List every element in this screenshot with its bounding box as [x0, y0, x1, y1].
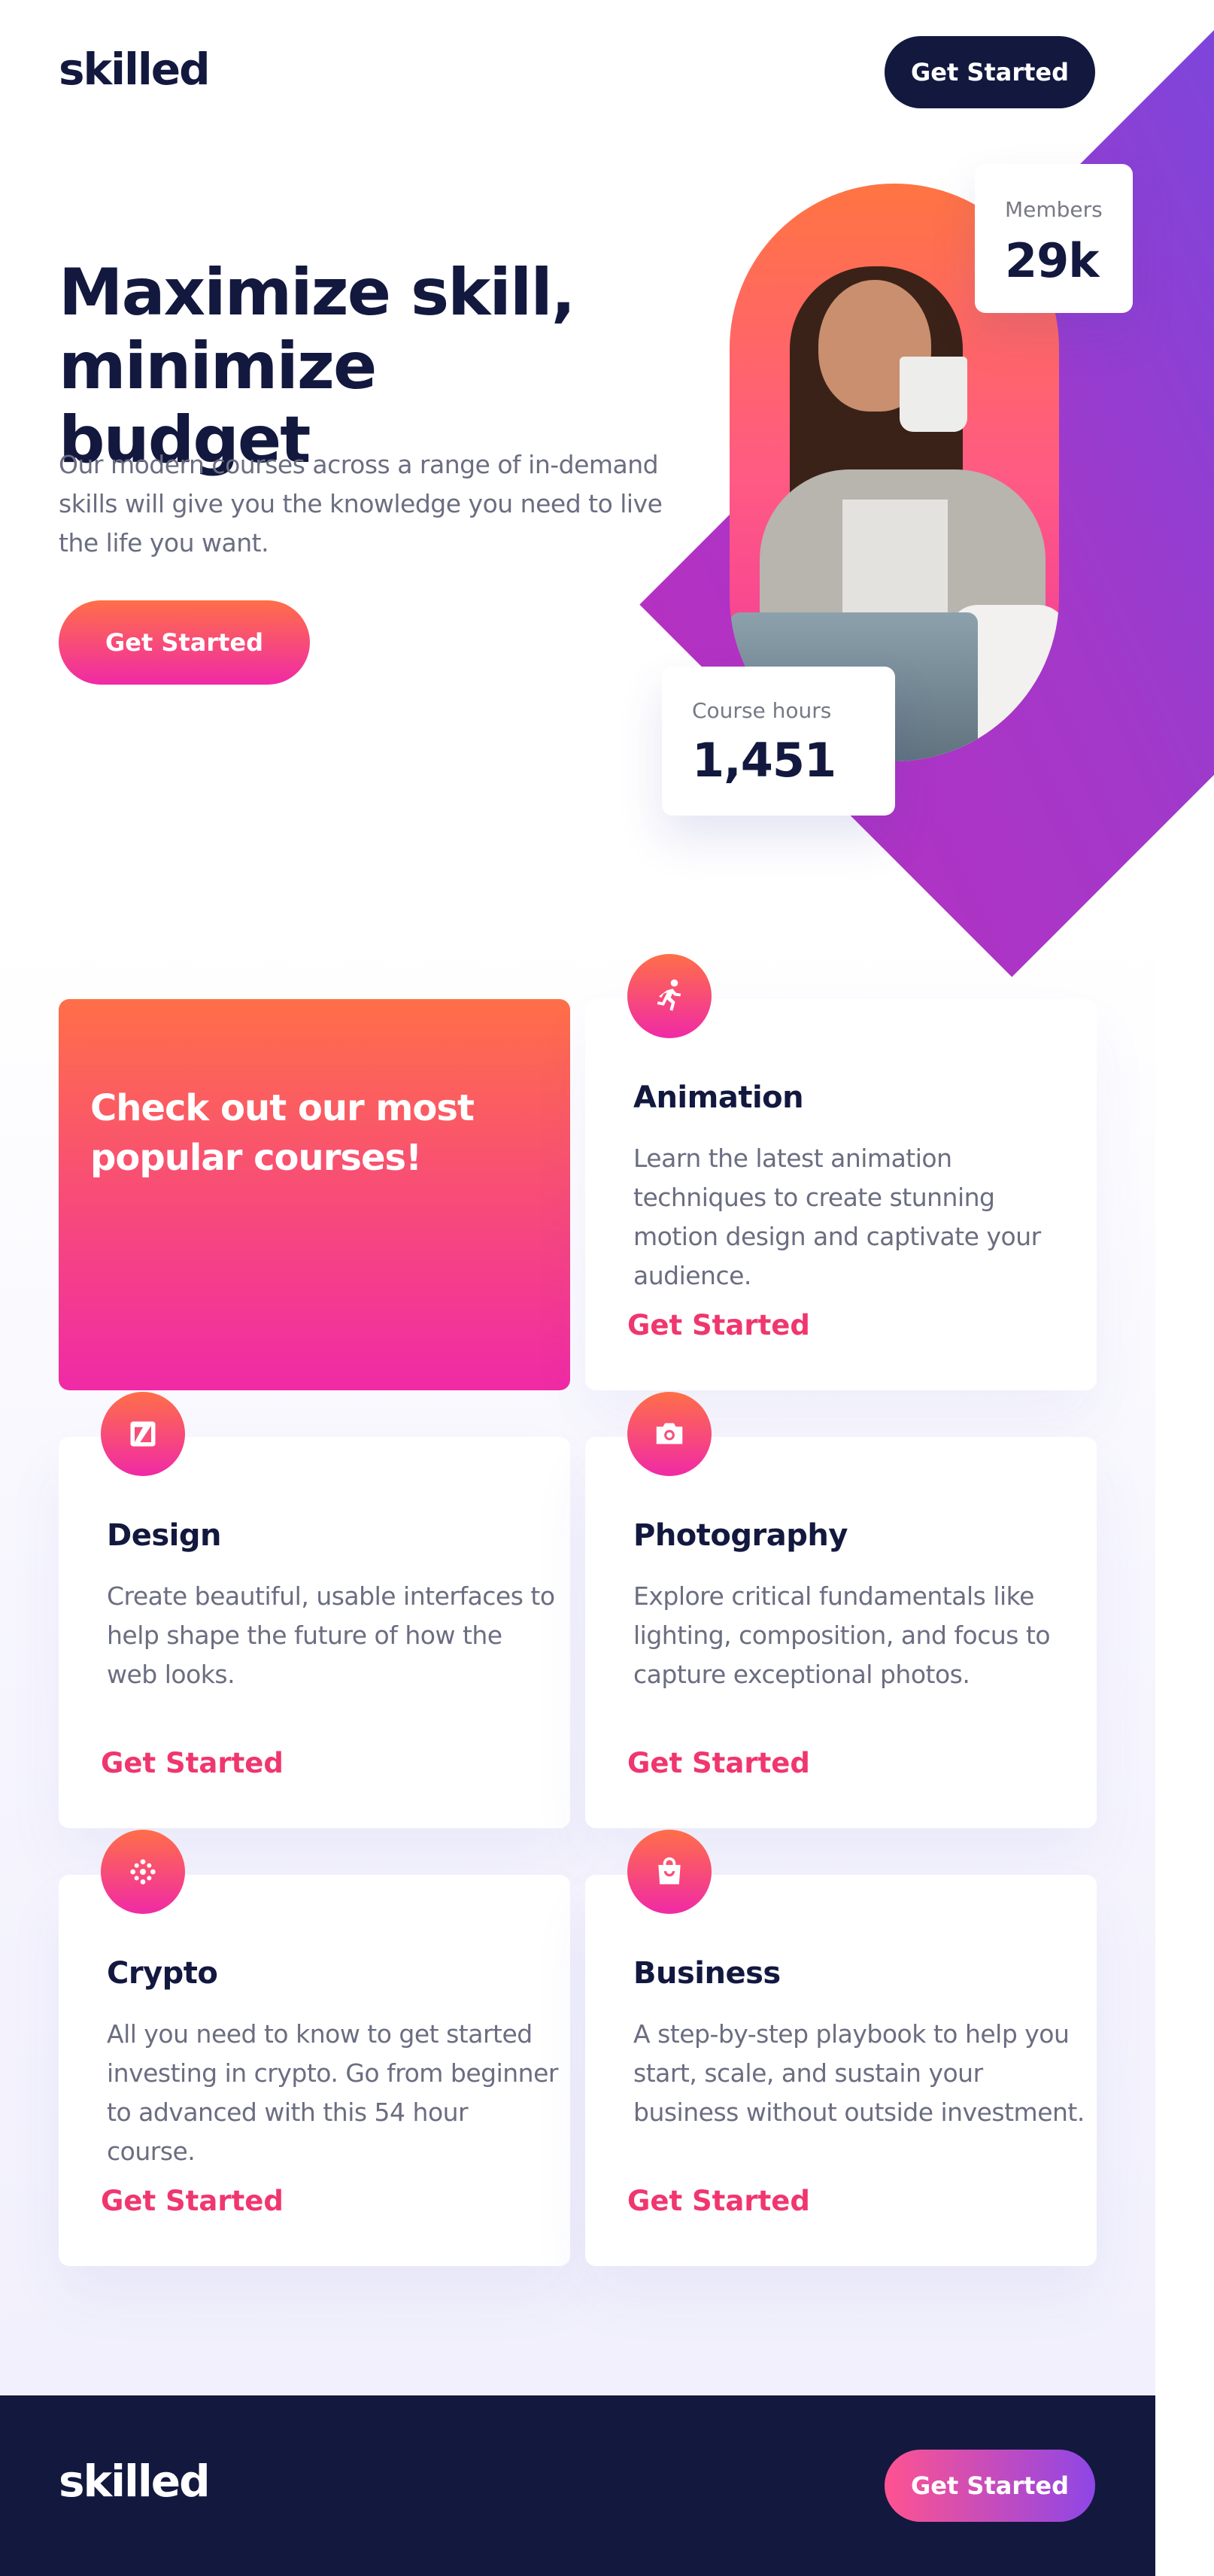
- camera-icon: [627, 1392, 712, 1476]
- hero-get-started-button[interactable]: Get Started: [59, 600, 310, 685]
- members-stat-card: Members 29k: [975, 164, 1133, 313]
- logo[interactable]: skilled: [59, 44, 211, 95]
- hero-description: Our modern courses across a range of in-…: [59, 450, 663, 557]
- shopping-bag-icon: [627, 1830, 712, 1914]
- course-hours-stat-value: 1,451: [692, 733, 836, 788]
- course-hours-stat-label: Course hours: [692, 698, 832, 723]
- course-title: Design: [107, 1518, 221, 1553]
- footer-get-started-button[interactable]: Get Started: [885, 2450, 1095, 2522]
- course-get-started-link[interactable]: Get Started: [627, 1747, 810, 1779]
- members-stat-label: Members: [1005, 197, 1103, 222]
- course-title: Photography: [633, 1518, 848, 1553]
- course-card-business: Business A step-by-step playbook to help…: [585, 1830, 1097, 2266]
- hero-image-mug: [900, 357, 967, 432]
- course-hours-stat-card: Course hours 1,451: [662, 667, 895, 816]
- course-get-started-link[interactable]: Get Started: [101, 1747, 284, 1779]
- design-icon: [101, 1392, 185, 1476]
- course-title: Crypto: [107, 1956, 218, 1991]
- crypto-icon: [101, 1830, 185, 1914]
- footer-logo[interactable]: skilled: [59, 2456, 211, 2507]
- course-card-design: Design Create beautiful, usable interfac…: [59, 1392, 570, 1828]
- course-description: Explore critical fundamentals like light…: [633, 1581, 1051, 1689]
- course-description: A step-by-step playbook to help you star…: [633, 2019, 1085, 2127]
- course-card-photography: Photography Explore critical fundamental…: [585, 1392, 1097, 1828]
- course-description: Create beautiful, usable interfaces to h…: [107, 1581, 555, 1689]
- course-card-animation: Animation Learn the latest animation tec…: [585, 954, 1097, 1390]
- footer: skilled Get Started: [0, 2395, 1155, 2576]
- popular-courses-promo-card: Check out our most popular courses!: [59, 999, 570, 1390]
- course-get-started-link[interactable]: Get Started: [627, 2185, 810, 2217]
- course-card-crypto: Crypto All you need to know to get start…: [59, 1830, 570, 2266]
- right-gutter: [1155, 2395, 1214, 2576]
- course-get-started-link[interactable]: Get Started: [627, 1309, 810, 1341]
- header-get-started-button[interactable]: Get Started: [885, 36, 1095, 108]
- course-description: Learn the latest animation techniques to…: [633, 1144, 1041, 1290]
- course-title: Animation: [633, 1080, 804, 1115]
- course-title: Business: [633, 1956, 781, 1991]
- members-stat-value: 29k: [1005, 233, 1100, 288]
- hero-title: Maximize skill, minimize budget: [59, 255, 575, 478]
- promo-title: Check out our most popular courses!: [90, 1087, 475, 1179]
- course-description: All you need to know to get started inve…: [107, 2019, 558, 2166]
- course-get-started-link[interactable]: Get Started: [101, 2185, 284, 2217]
- running-figure-icon: [627, 954, 712, 1038]
